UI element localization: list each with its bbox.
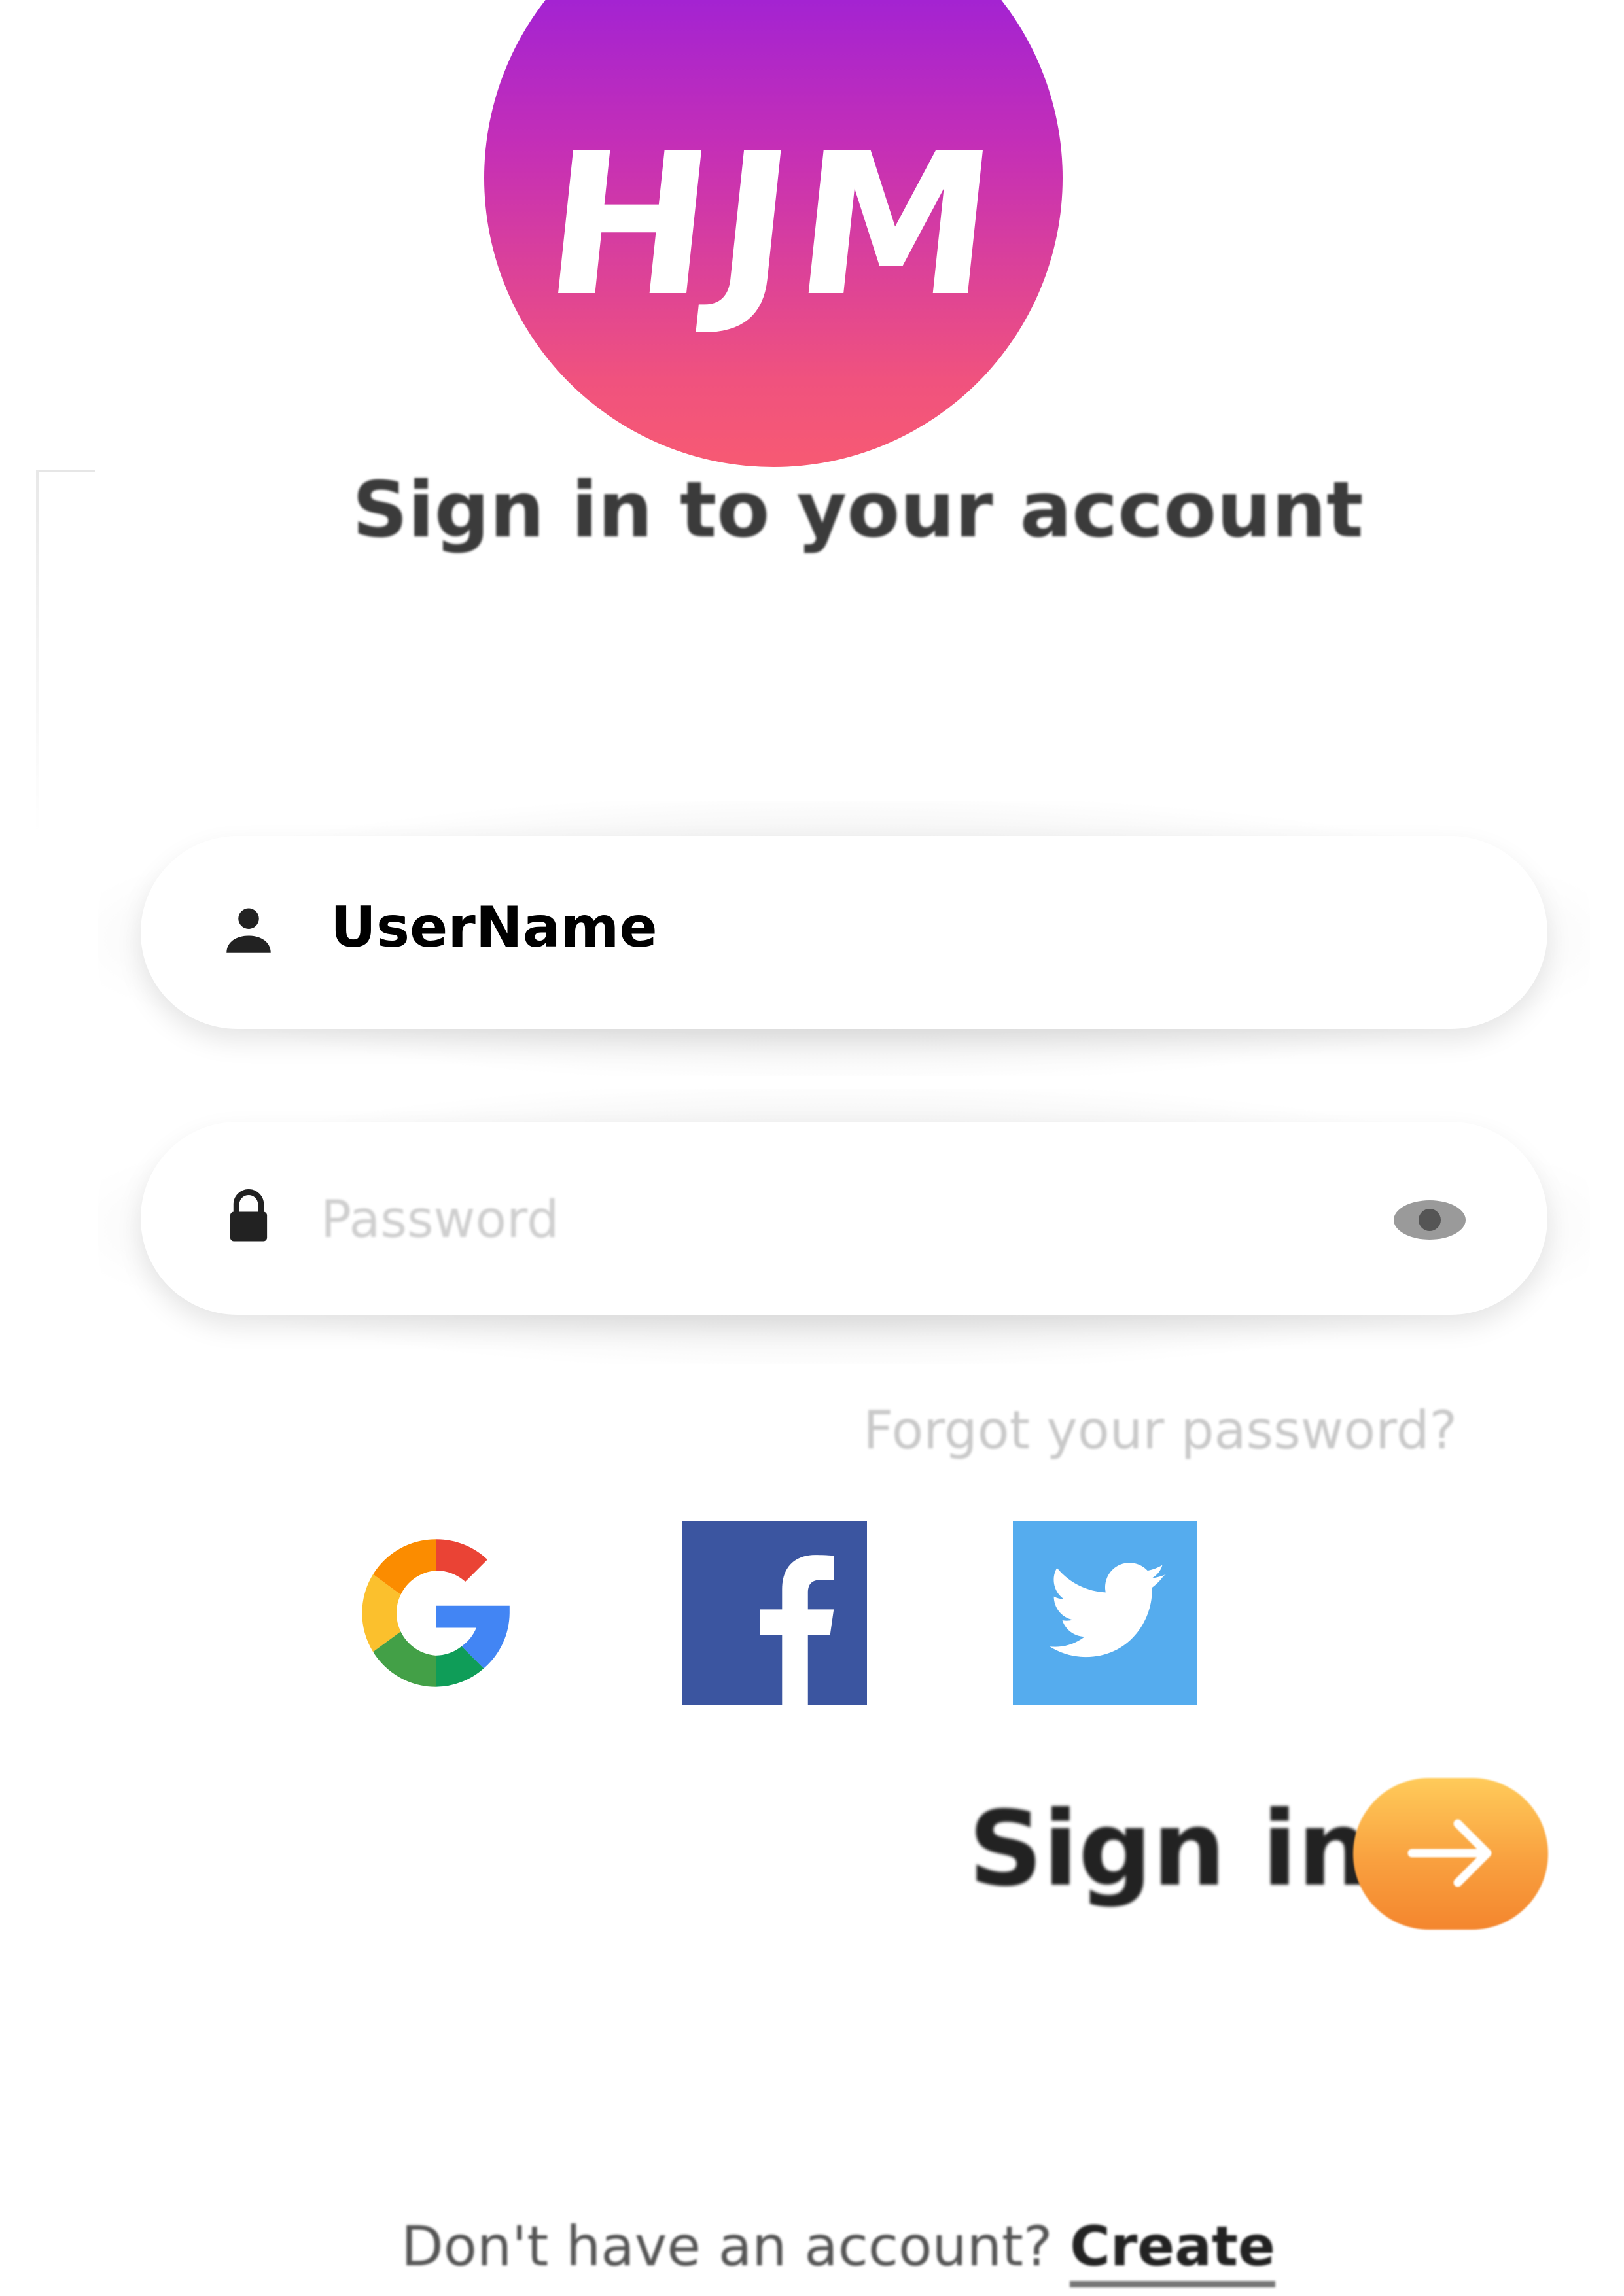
signup-prompt-text: Don't have an account? (400, 2214, 1053, 2278)
twitter-icon[interactable] (1013, 1521, 1197, 1705)
page-title: Sign in to your account (352, 464, 1364, 555)
user-icon (226, 908, 271, 953)
username-field[interactable]: UserName (141, 836, 1547, 1029)
card-left-edge (36, 470, 39, 2295)
lock-icon (230, 1189, 268, 1242)
app-logo: HJM (484, 0, 1063, 470)
signup-prompt: Don't have an account? Create (0, 2214, 1624, 2287)
sign-in-label: Sign in (968, 1789, 1371, 1909)
arrow-right-icon (1407, 1819, 1492, 1887)
create-account-link[interactable]: Create (1070, 2214, 1276, 2287)
password-field[interactable]: Password (141, 1122, 1547, 1315)
facebook-icon[interactable] (682, 1521, 867, 1705)
username-value[interactable]: UserName (330, 895, 658, 960)
password-placeholder[interactable]: Password (321, 1191, 559, 1249)
sign-in-button[interactable] (1353, 1778, 1548, 1930)
logo-text: HJM (535, 111, 1012, 339)
google-icon[interactable] (344, 1521, 528, 1705)
forgot-password-link[interactable]: Forgot your password? (863, 1400, 1457, 1461)
eye-icon[interactable] (1390, 1197, 1469, 1243)
